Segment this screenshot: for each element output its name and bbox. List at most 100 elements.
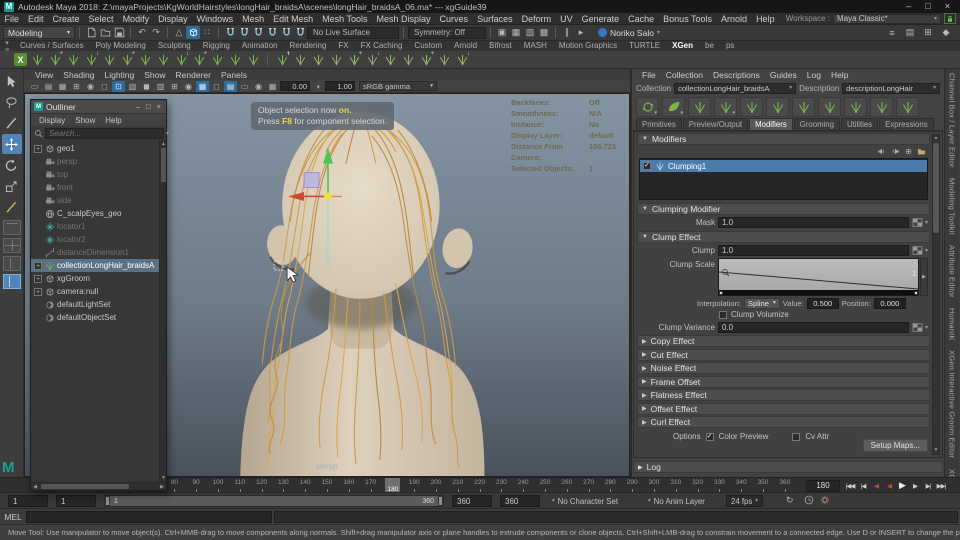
modifiers-section-header[interactable]: ▼ Modifiers — [637, 133, 930, 145]
menu-item-curves[interactable]: Curves — [435, 13, 473, 25]
minimize-button[interactable]: – — [906, 0, 911, 13]
mask-field[interactable]: 1.0 — [718, 217, 909, 228]
xgen-shelf-badge-icon[interactable]: X — [14, 53, 27, 66]
viewport-display-icon[interactable]: ⊞ — [70, 81, 83, 92]
chevron-down-icon[interactable]: ▾ — [166, 130, 169, 137]
color-transform-selector[interactable]: sRGB gamma ▾ — [359, 81, 437, 91]
viewport-display-icon[interactable]: ◼ — [140, 81, 153, 92]
ramp-key-handle[interactable] — [914, 291, 918, 295]
last-tool-icon[interactable] — [2, 197, 22, 217]
shelf-tab-xgen[interactable]: XGen — [666, 41, 699, 51]
command-language-toggle[interactable]: MEL — [0, 512, 26, 522]
panel-tab-xgen-interactive-groom-editor[interactable]: XGen Interactive Groom Editor — [948, 350, 957, 458]
redo-icon[interactable]: ↷ — [149, 26, 163, 39]
outliner-title-bar[interactable]: M Outliner – □ × — [31, 100, 166, 114]
outliner-item-locator1[interactable]: locator1 — [31, 220, 166, 233]
menu-item-surfaces[interactable]: Surfaces — [473, 13, 518, 25]
viewport-display-icon[interactable]: ◻ — [98, 81, 111, 92]
animation-start-field[interactable]: 1 — [8, 495, 48, 507]
menu-item-modify[interactable]: Modify — [118, 13, 154, 25]
maximize-button[interactable]: □ — [925, 0, 930, 13]
paint-select-tool-icon[interactable] — [2, 113, 22, 133]
viewport-display-icon[interactable]: ▦ — [56, 81, 69, 92]
outliner-close-button[interactable]: × — [157, 102, 161, 111]
outliner-item-top[interactable]: top — [31, 168, 166, 181]
viewport-display-icon[interactable]: ⊡ — [112, 80, 125, 92]
outliner-horizontal-scrollbar[interactable]: ◀ ▶ — [31, 482, 166, 490]
xgen-shelf-tool-icon[interactable] — [155, 52, 171, 67]
menu-item-select[interactable]: Select — [84, 13, 118, 25]
select-hierarchy-icon[interactable]: △ — [172, 26, 186, 39]
expand-toggle-icon[interactable]: + — [34, 287, 42, 296]
xgen-shelf-tool-icon[interactable] — [227, 52, 243, 67]
filter-icon[interactable] — [34, 129, 43, 138]
layout-single-pane-button[interactable] — [2, 220, 21, 235]
step-forward-key-button[interactable]: ▶| — [922, 479, 934, 492]
section-header-frame-offset[interactable]: ▶ Frame Offset — [637, 375, 930, 388]
description-selector[interactable]: descriptionLongHair ▾ — [842, 82, 940, 94]
construction-history-icon[interactable]: ▣ — [495, 26, 509, 39]
menu-item-uv[interactable]: UV — [556, 13, 578, 25]
close-button[interactable]: × — [945, 0, 950, 13]
viewport-display-icon[interactable]: ⊞ — [168, 81, 181, 92]
viewport-menu-view[interactable]: View — [30, 70, 58, 80]
xgen-tab-primitives[interactable]: Primitives — [636, 118, 682, 130]
xgen-shelf-tool-icon[interactable]: + ↓ — [274, 51, 290, 67]
menu-item-deform[interactable]: Deform — [517, 13, 556, 25]
snap-grid-icon[interactable] — [223, 26, 237, 39]
viewport-menu-renderer[interactable]: Renderer — [171, 70, 216, 80]
outliner-item-front[interactable]: front — [31, 181, 166, 194]
xgen-menu-log[interactable]: Log — [802, 70, 826, 80]
lasso-tool-icon[interactable] — [2, 92, 22, 112]
menu-item-arnold[interactable]: Arnold — [717, 13, 752, 25]
outliner-menu-display[interactable]: Display — [35, 116, 69, 125]
shelf-tab-fx[interactable]: FX — [332, 41, 354, 51]
section-header-cut-effect[interactable]: ▶ Cut Effect — [637, 348, 930, 361]
xgen-tab-utilities[interactable]: Utilities — [840, 118, 879, 130]
snap-point-icon[interactable] — [251, 26, 265, 39]
section-header-copy-effect[interactable]: ▶ Copy Effect — [637, 335, 930, 347]
xgen-shelf-tool-icon[interactable]: ↓ — [83, 51, 99, 67]
snap-view-plane-icon[interactable] — [279, 26, 293, 39]
outliner-item-side[interactable]: side — [31, 194, 166, 207]
xgen-shelf-tool-icon[interactable] — [310, 52, 326, 67]
viewport-menu-lighting[interactable]: Lighting — [99, 70, 139, 80]
shelf-tab-turtle[interactable]: TURTLE — [623, 41, 666, 51]
xgen-import-collection-icon[interactable]: ▾ — [714, 97, 737, 117]
shelf-tab-mash[interactable]: MASH — [518, 41, 553, 51]
section-header-noise-effect[interactable]: ▶ Noise Effect — [637, 362, 930, 374]
exposure-field[interactable]: 0.00 — [280, 81, 310, 91]
viewport-display-icon[interactable]: ▦ — [266, 81, 279, 92]
move-tool-icon[interactable] — [1, 134, 22, 154]
xgen-tab-preview-output[interactable]: Preview/Output — [682, 118, 749, 130]
color-preview-checkbox[interactable]: ✓ — [705, 432, 714, 441]
chevron-down-icon[interactable]: ▾ — [925, 247, 928, 254]
map-icon[interactable] — [912, 246, 923, 255]
gamma-field[interactable]: 1.00 — [325, 81, 355, 91]
layout-two-pane-button[interactable] — [2, 256, 21, 271]
play-forward-button[interactable]: ▶ — [896, 479, 908, 492]
modifier-add-icon[interactable]: ⊕ — [905, 147, 912, 156]
viewport-display-icon[interactable]: ▤ — [42, 81, 55, 92]
xgen-shelf-tool-icon[interactable]: + — [191, 51, 207, 67]
xgen-shelf-tool-icon[interactable] — [65, 52, 81, 67]
character-set-selector[interactable]: ▾ No Character Set — [552, 495, 618, 507]
chevron-down-icon[interactable]: ▾ — [925, 219, 928, 226]
xgen-shelf-tool-icon[interactable] — [400, 52, 416, 67]
shelf-tab-bifrost[interactable]: Bifrost — [483, 41, 518, 51]
workspace-selector[interactable]: Maya Classic* ▾ — [833, 13, 941, 24]
menu-item-cache[interactable]: Cache — [624, 13, 659, 25]
modifier-move-up-icon[interactable] — [877, 147, 886, 156]
xgen-shelf-tool-icon[interactable]: + — [47, 51, 63, 67]
shelf-tab-poly-modeling[interactable]: Poly Modeling — [90, 41, 152, 51]
clump-variance-field[interactable]: 0.0 — [718, 322, 909, 333]
menu-item-edit[interactable]: Edit — [24, 13, 49, 25]
viewport-display-icon[interactable]: ◉ — [84, 81, 97, 92]
xgen-shelf-tool-icon[interactable] — [245, 52, 261, 67]
ramp-position-strip[interactable] — [719, 290, 918, 295]
user-account-chip[interactable]: Noriko Salo ▾ — [598, 28, 660, 38]
xgen-shelf-tool-icon[interactable] — [101, 52, 117, 67]
clump-scale-ramp[interactable]: 1 — [718, 258, 919, 296]
menu-item-generate[interactable]: Generate — [577, 13, 624, 25]
show-manipulators-icon[interactable]: ◆ — [939, 26, 953, 39]
